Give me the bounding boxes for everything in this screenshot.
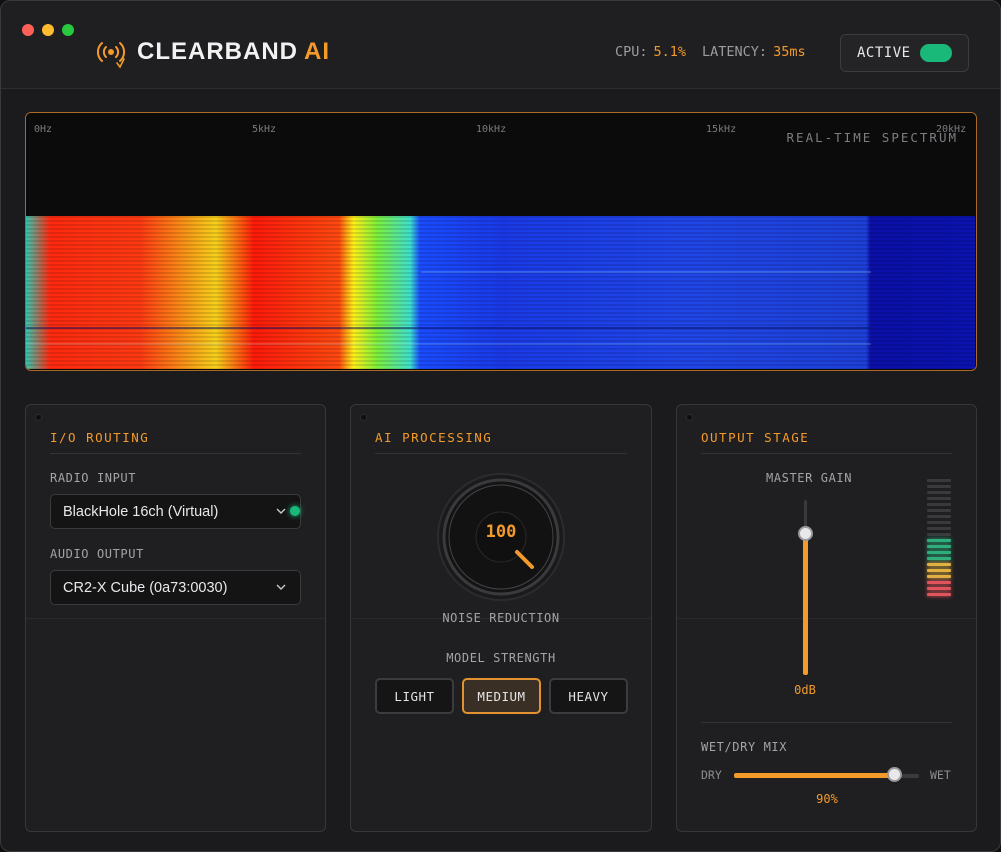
header-bar: CLEARBAND AI CPU: 5.1% LATENCY: 35ms ACTIVE	[1, 1, 1000, 89]
radio-input-select[interactable]: BlackHole 16ch (Virtual)	[50, 494, 301, 529]
noise-reduction-label: NOISE REDUCTION	[442, 611, 560, 625]
wet-dry-label: WET/DRY MIX	[701, 740, 788, 754]
app-window: CLEARBAND AI CPU: 5.1% LATENCY: 35ms ACTIVE…	[0, 0, 1001, 852]
radio-broadcast-icon	[97, 42, 126, 69]
window-controls	[22, 24, 74, 36]
system-stats: CPU: 5.1% LATENCY: 35ms	[615, 44, 806, 60]
output-stage-panel: OUTPUT STAGE MASTER GAIN 0dB WET/DRY MIX…	[676, 404, 977, 832]
io-routing-panel: I/O ROUTING RADIO INPUT BlackHole 16ch (…	[25, 404, 326, 832]
freq-label: 5kHz	[252, 124, 277, 135]
model-strength-label: MODEL STRENGTH	[446, 651, 556, 665]
strength-heavy-button[interactable]: HEAVY	[549, 678, 628, 714]
spectrogram-image	[26, 216, 975, 369]
audio-output-value: CR2-X Cube (0a73:0030)	[63, 579, 228, 596]
model-strength-group: LIGHT MEDIUM HEAVY	[375, 678, 628, 714]
wet-label: WET	[930, 768, 951, 782]
chevron-down-icon	[276, 584, 286, 590]
panel-title: I/O ROUTING	[50, 430, 150, 445]
wet-dry-handle[interactable]	[887, 767, 902, 782]
audio-output-select[interactable]: CR2-X Cube (0a73:0030)	[50, 570, 301, 605]
panel-rule	[50, 453, 301, 454]
spectrum-display: 0Hz 5kHz 10kHz 15kHz 20kHz REAL-TIME SPE…	[25, 112, 977, 371]
wet-dry-value: 90%	[816, 792, 838, 806]
level-meter	[927, 479, 953, 599]
panel-title: AI PROCESSING	[375, 430, 493, 445]
strength-light-button[interactable]: LIGHT	[375, 678, 454, 714]
spectrum-header-area: 0Hz 5kHz 10kHz 15kHz 20kHz REAL-TIME SPE…	[26, 113, 976, 216]
app-title: CLEARBAND AI	[137, 38, 330, 65]
noise-reduction-value: 100	[485, 522, 517, 542]
latency-stat: LATENCY: 35ms	[702, 44, 806, 60]
active-toggle-switch[interactable]	[920, 44, 952, 62]
freq-label: 10kHz	[476, 124, 507, 135]
panel-rule	[375, 453, 627, 454]
active-label: ACTIVE	[857, 45, 911, 61]
panel-rule	[701, 453, 952, 454]
ai-processing-panel: AI PROCESSING 100 NOISE REDUCTION MODEL …	[350, 404, 652, 832]
freq-label: 15kHz	[706, 124, 737, 135]
cpu-stat: CPU: 5.1%	[615, 44, 687, 60]
strength-medium-button[interactable]: MEDIUM	[462, 678, 541, 714]
panel-screw	[686, 414, 693, 421]
minimize-window-button[interactable]	[42, 24, 54, 36]
freq-label: 0Hz	[34, 124, 53, 135]
panel-title: OUTPUT STAGE	[701, 430, 810, 445]
audio-output-label: AUDIO OUTPUT	[50, 547, 144, 561]
panel-screw	[35, 414, 42, 421]
radio-input-value: BlackHole 16ch (Virtual)	[63, 503, 219, 520]
panel-divider	[26, 618, 325, 619]
dry-label: DRY	[701, 768, 722, 782]
spectrum-title: REAL-TIME SPECTRUM	[786, 130, 958, 145]
chevron-down-icon	[276, 508, 286, 514]
radio-input-label: RADIO INPUT	[50, 471, 137, 485]
section-divider	[701, 722, 952, 723]
wet-dry-fill	[734, 773, 895, 778]
active-toggle-button[interactable]: ACTIVE	[840, 34, 969, 72]
panel-screw	[360, 414, 367, 421]
panel-divider	[677, 618, 976, 619]
master-gain-fill	[803, 530, 808, 675]
noise-reduction-knob[interactable]: 100	[436, 472, 566, 602]
master-gain-label: MASTER GAIN	[766, 471, 853, 485]
close-window-button[interactable]	[22, 24, 34, 36]
maximize-window-button[interactable]	[62, 24, 74, 36]
master-gain-handle[interactable]	[798, 526, 813, 541]
master-gain-value: 0dB	[794, 683, 816, 697]
input-status-indicator	[290, 506, 300, 516]
